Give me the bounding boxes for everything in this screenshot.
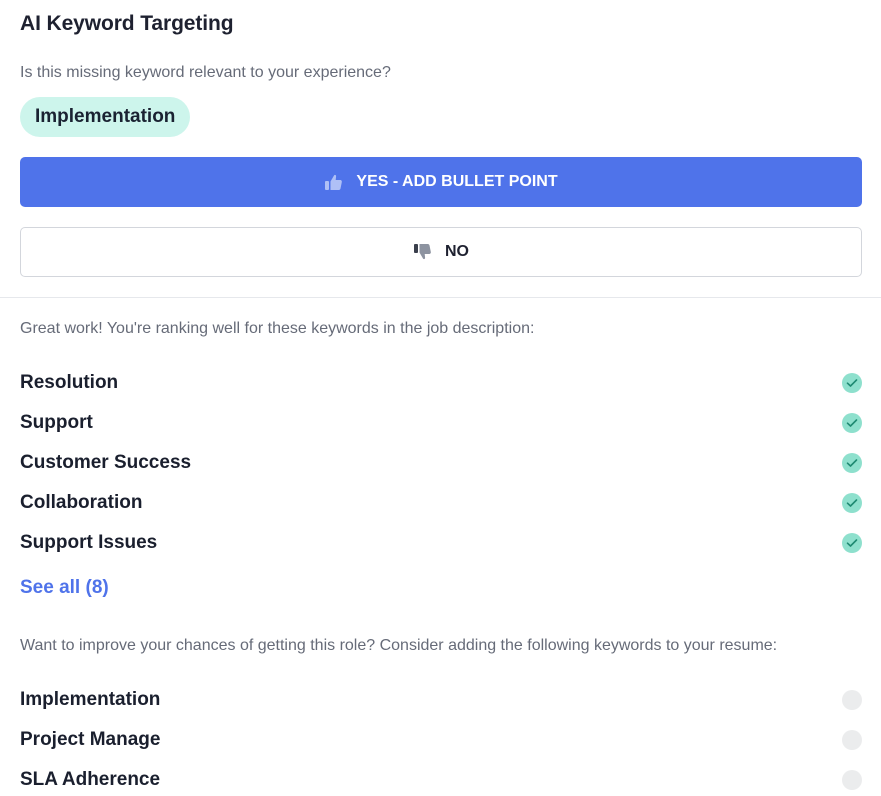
matched-keyword-label: Resolution: [20, 372, 119, 393]
matched-keyword-row: Collaboration: [20, 483, 862, 523]
missing-keyword-label: Project Manage: [20, 729, 161, 750]
current-keyword-label: Implementation: [35, 106, 176, 127]
no-button[interactable]: NO: [20, 227, 862, 277]
missing-keyword-row[interactable]: SLA Adherence: [20, 760, 862, 796]
matched-keyword-label: Support Issues: [20, 532, 158, 553]
matched-keyword-label: Support: [20, 412, 93, 433]
check-icon: [842, 413, 862, 433]
empty-circle-icon: [842, 730, 862, 750]
section-divider: [0, 297, 881, 298]
missing-keyword-row[interactable]: Implementation: [20, 680, 862, 720]
matched-keyword-row: Support Issues: [20, 523, 862, 563]
missing-keywords-note: Want to improve your chances of getting …: [20, 637, 778, 654]
keyword-question: Is this missing keyword relevant to your…: [20, 64, 391, 81]
check-icon: [842, 453, 862, 473]
yes-button-label: YES - ADD BULLET POINT: [356, 173, 558, 190]
missing-keywords-list: Implementation Project Manage SLA Adhere…: [20, 680, 862, 796]
check-icon: [842, 373, 862, 393]
missing-keyword-label: SLA Adherence: [20, 769, 161, 790]
thumbs-up-icon: [324, 173, 343, 191]
matched-keyword-row: Support: [20, 403, 862, 443]
matched-keyword-label: Customer Success: [20, 452, 192, 473]
matched-keywords-note: Great work! You're ranking well for thes…: [20, 320, 535, 337]
see-all-link[interactable]: See all (8): [20, 577, 109, 599]
current-keyword-pill: Implementation: [20, 97, 191, 137]
missing-keyword-row[interactable]: Project Manage: [20, 720, 862, 760]
check-icon: [842, 533, 862, 553]
matched-keyword-row: Customer Success: [20, 443, 862, 483]
yes-add-bullet-button[interactable]: YES - ADD BULLET POINT: [20, 157, 862, 207]
matched-keyword-row: Resolution: [20, 363, 862, 403]
thumbs-down-icon: [413, 243, 432, 261]
empty-circle-icon: [842, 770, 862, 790]
matched-keyword-label: Collaboration: [20, 492, 143, 513]
matched-keywords-list: Resolution Support Customer Success Coll…: [20, 363, 862, 563]
missing-keyword-label: Implementation: [20, 689, 161, 710]
check-icon: [842, 493, 862, 513]
keyword-targeting-panel: AI Keyword Targeting Is this missing key…: [0, 0, 881, 796]
no-button-label: NO: [445, 243, 469, 260]
empty-circle-icon: [842, 690, 862, 710]
panel-title: AI Keyword Targeting: [20, 12, 234, 35]
